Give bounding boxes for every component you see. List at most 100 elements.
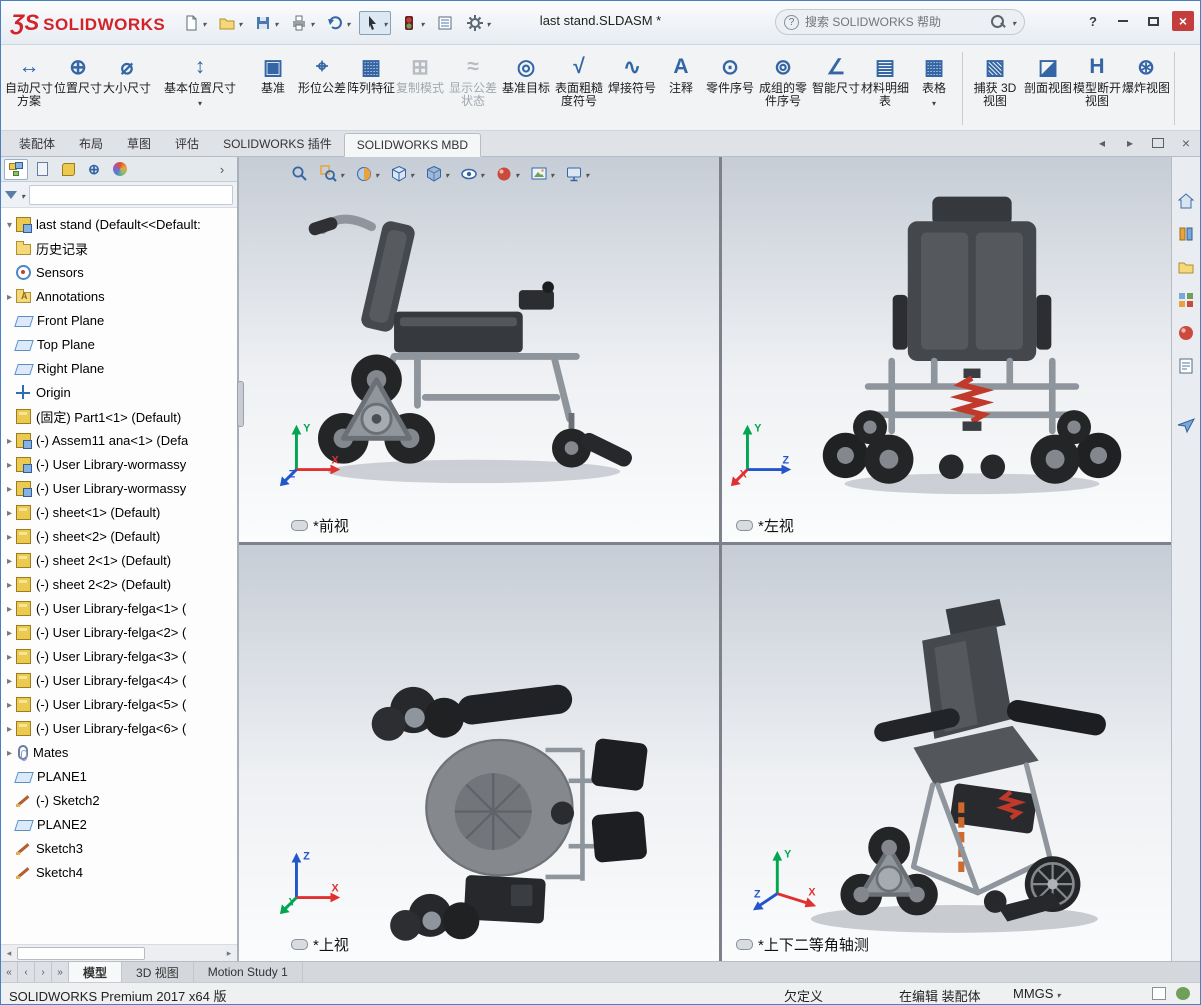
- ribbon-button-tables[interactable]: ▦ 表格: [910, 48, 958, 129]
- ribbon-button-bill-of-materials[interactable]: ▤ 材料明细表: [861, 48, 909, 129]
- tree-item-felga-6[interactable]: (-) User Library-felga<6> (: [3, 716, 237, 740]
- collapse-arrow-icon[interactable]: [3, 217, 16, 231]
- tree-item-felga-4[interactable]: (-) User Library-felga<4> (: [3, 668, 237, 692]
- tree-item-sheet-2[interactable]: (-) sheet<2> (Default): [3, 524, 237, 548]
- options-button[interactable]: [463, 12, 493, 34]
- help-search-box[interactable]: ?: [775, 9, 1025, 35]
- ribbon-button-balloon[interactable]: ⊙ 零件序号: [706, 48, 754, 129]
- filter-input[interactable]: [29, 184, 233, 205]
- rebuild-button[interactable]: [397, 12, 427, 34]
- tree-item-wormassy-1[interactable]: (-) User Library-wormassy: [3, 452, 237, 476]
- tree-item-origin[interactable]: Origin: [3, 380, 237, 404]
- open-button[interactable]: [215, 12, 245, 34]
- propertymanager-tab[interactable]: [30, 159, 54, 180]
- print-button[interactable]: [287, 12, 317, 34]
- tree-item-sensors[interactable]: Sensors: [3, 260, 237, 284]
- tree-root-assembly[interactable]: last stand (Default<<Default:: [3, 212, 237, 236]
- viewport-front-view[interactable]: Y X Z *前视: [239, 157, 719, 542]
- forum-tab[interactable]: [1174, 413, 1198, 437]
- view-orientation-button[interactable]: [390, 165, 414, 183]
- tree-item-top-plane[interactable]: Top Plane: [3, 332, 237, 356]
- filter-dropdown-icon[interactable]: [21, 188, 25, 202]
- dropdown-arrow-icon[interactable]: [198, 95, 202, 109]
- tab-solidworks-addins[interactable]: SOLIDWORKS 插件: [211, 131, 344, 156]
- custom-properties-tab[interactable]: [1174, 354, 1198, 378]
- dimxpertmanager-tab[interactable]: [82, 159, 106, 180]
- search-icon[interactable]: [990, 14, 1006, 30]
- previous-pane-icon[interactable]: [1094, 135, 1110, 151]
- tree-item-wormassy-2[interactable]: (-) User Library-wormassy: [3, 476, 237, 500]
- tree-item-sheet2-2[interactable]: (-) sheet 2<2> (Default): [3, 572, 237, 596]
- ribbon-button-datum-target[interactable]: ◎ 基准目标: [502, 48, 550, 129]
- undo-button[interactable]: [323, 12, 353, 34]
- tab-evaluate[interactable]: 评估: [163, 131, 211, 156]
- file-explorer-tab[interactable]: [1174, 255, 1198, 279]
- tree-item-right-plane[interactable]: Right Plane: [3, 356, 237, 380]
- viewport-top-view[interactable]: Z X Y *上视: [239, 545, 719, 961]
- expand-arrow-icon[interactable]: [3, 649, 16, 663]
- edit-appearance-button[interactable]: [495, 165, 519, 183]
- next-tab-icon[interactable]: ›: [35, 962, 52, 982]
- expand-arrow-icon[interactable]: [3, 577, 16, 591]
- tree-item-assem11[interactable]: (-) Assem11 ana<1> (Defa: [3, 428, 237, 452]
- ribbon-button-stacked-balloon[interactable]: ⊚ 成组的零件序号: [755, 48, 811, 129]
- tree-horizontal-scrollbar[interactable]: ◂ ▸: [1, 944, 237, 961]
- ribbon-button-surface-finish[interactable]: √ 表面粗糙度符号: [551, 48, 607, 129]
- tree-item-sheet-1[interactable]: (-) sheet<1> (Default): [3, 500, 237, 524]
- tab-motion-study-1[interactable]: Motion Study 1: [194, 962, 303, 982]
- view-palette-tab[interactable]: [1174, 288, 1198, 312]
- ribbon-button-auto-dimension-scheme[interactable]: ↔ 自动尺寸方案: [5, 48, 53, 129]
- expand-arrow-icon[interactable]: [3, 625, 16, 639]
- display-style-button[interactable]: [425, 165, 449, 183]
- configurationmanager-tab[interactable]: [56, 159, 80, 180]
- save-button[interactable]: [251, 12, 281, 34]
- dropdown-arrow-icon[interactable]: [932, 95, 936, 109]
- tree-item-felga-2[interactable]: (-) User Library-felga<2> (: [3, 620, 237, 644]
- expand-arrow-icon[interactable]: [3, 433, 16, 447]
- tab-3d-views[interactable]: 3D 视图: [122, 962, 194, 982]
- tree-item-sheet2-1[interactable]: (-) sheet 2<1> (Default): [3, 548, 237, 572]
- ribbon-button-geometric-tolerance[interactable]: ⌖ 形位公差: [298, 48, 346, 129]
- appearances-tab[interactable]: [1174, 321, 1198, 345]
- tree-item-plane2[interactable]: PLANE2: [3, 812, 237, 836]
- tree-item-annotations[interactable]: Annotations: [3, 284, 237, 308]
- design-library-tab[interactable]: [1174, 222, 1198, 246]
- tree-item-felga-1[interactable]: (-) User Library-felga<1> (: [3, 596, 237, 620]
- tree-item-plane1[interactable]: PLANE1: [3, 764, 237, 788]
- expand-arrow-icon[interactable]: [3, 601, 16, 615]
- expand-arrow-icon[interactable]: [3, 721, 16, 735]
- hide-show-button[interactable]: [460, 165, 484, 183]
- ribbon-button-smart-dimension[interactable]: ∠ 智能尺寸: [812, 48, 860, 129]
- filter-funnel-icon[interactable]: [5, 190, 17, 199]
- tree-item-mates[interactable]: Mates: [3, 740, 237, 764]
- ribbon-button-basic-location-dimension[interactable]: ↕ 基本位置尺寸: [152, 48, 248, 129]
- tree-item-felga-3[interactable]: (-) User Library-felga<3> (: [3, 644, 237, 668]
- tab-model[interactable]: 模型: [69, 962, 123, 982]
- tree-item-front-plane[interactable]: Front Plane: [3, 308, 237, 332]
- ribbon-button-location-dimension[interactable]: ⊕ 位置尺寸: [54, 48, 102, 129]
- zoom-fit-button[interactable]: [291, 165, 309, 183]
- panel-tab-overflow[interactable]: [210, 159, 234, 180]
- apply-scene-button[interactable]: [530, 165, 554, 183]
- close-pane-icon[interactable]: [1178, 135, 1194, 151]
- displaymanager-tab[interactable]: [108, 159, 132, 180]
- expand-arrow-icon[interactable]: [3, 697, 16, 711]
- tree-item-history-folder[interactable]: 历史记录: [3, 236, 237, 260]
- undock-pane-button[interactable]: [1150, 135, 1166, 151]
- scroll-left-icon[interactable]: ◂: [1, 948, 17, 959]
- close-button[interactable]: [1172, 11, 1194, 31]
- previous-tab-icon[interactable]: ‹: [18, 962, 35, 982]
- wheelchair-model-left-view[interactable]: [802, 179, 1142, 509]
- quick-tips-icon[interactable]: [1176, 987, 1190, 1000]
- expand-arrow-icon[interactable]: [3, 745, 16, 759]
- tab-solidworks-mbd[interactable]: SOLIDWORKS MBD: [343, 133, 482, 157]
- tab-layout[interactable]: 布局: [67, 131, 115, 156]
- viewport-isometric-view[interactable]: Y X Z *上下二等角轴测: [722, 545, 1171, 961]
- view-settings-button[interactable]: [565, 165, 589, 183]
- expand-arrow-icon[interactable]: [3, 457, 16, 471]
- expand-arrow-icon[interactable]: [3, 289, 16, 303]
- new-document-button[interactable]: [179, 12, 209, 34]
- expand-arrow-icon[interactable]: [3, 505, 16, 519]
- help-button[interactable]: ?: [1082, 11, 1104, 31]
- tree-item-sketch4[interactable]: Sketch4: [3, 860, 237, 884]
